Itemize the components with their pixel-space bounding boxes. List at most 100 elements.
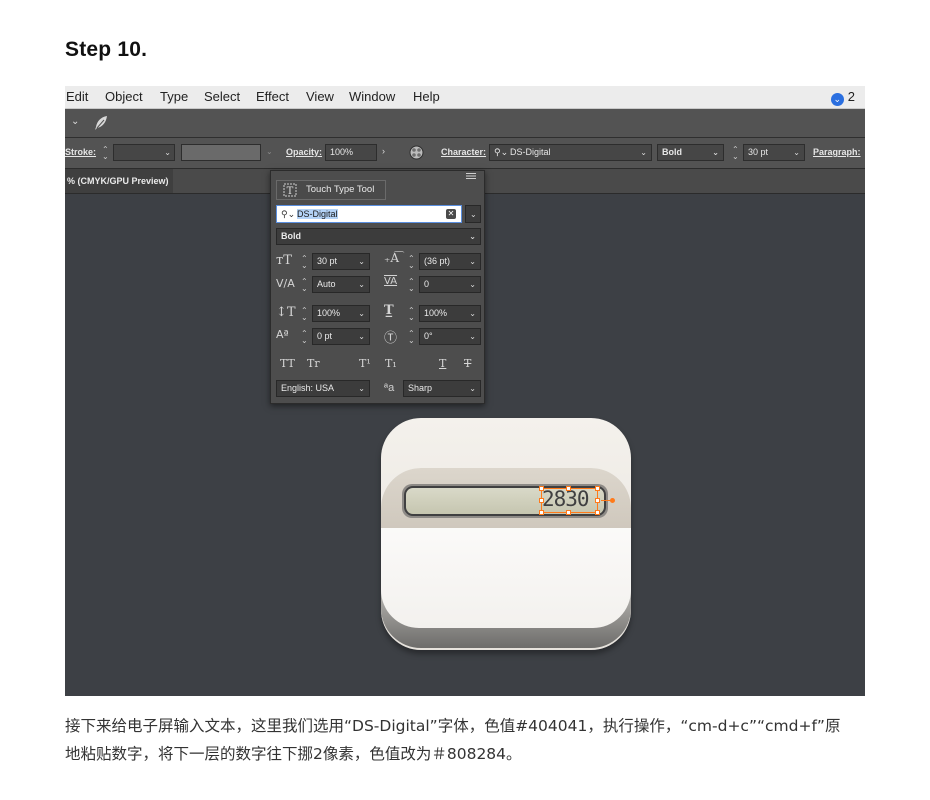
language-select[interactable]: English: USA ⌄ xyxy=(276,380,370,397)
rotation-value: 0° xyxy=(424,331,433,341)
chevron-down-icon: ⌄ xyxy=(358,309,365,318)
underline-button[interactable]: T xyxy=(439,357,446,370)
resize-handle[interactable] xyxy=(595,498,600,503)
chevron-down-icon[interactable]: ⌄ xyxy=(164,145,171,160)
chevron-down-icon: ⌄ xyxy=(470,210,477,219)
chevron-down-icon[interactable]: ⌄ xyxy=(793,145,800,160)
font-family-value: DS-Digital xyxy=(510,147,551,157)
font-dropdown-button[interactable]: ⌄ xyxy=(465,205,481,223)
character-rotation-icon: Ⓣ xyxy=(384,331,398,346)
chevron-down-icon[interactable]: ⌄ xyxy=(712,145,719,160)
chevron-down-icon: ⌄ xyxy=(469,280,476,289)
subscript-button[interactable]: T₁ xyxy=(385,357,397,370)
touch-type-label: Touch Type Tool xyxy=(306,184,375,195)
kerning-icon: V/A xyxy=(276,277,295,290)
menu-type[interactable]: Type xyxy=(160,89,188,104)
horizontal-scale-field[interactable]: 100% ⌄ xyxy=(419,305,481,322)
resize-handle[interactable] xyxy=(539,486,544,491)
baseline-shift-icon: Aª xyxy=(276,328,289,341)
kerning-stepper-icon[interactable]: ⌃ ⌄ xyxy=(301,278,308,293)
stroke-weight-field[interactable]: ⌄ xyxy=(113,144,175,161)
paragraph-label[interactable]: Paragraph: xyxy=(813,147,861,157)
small-caps-button[interactable]: Tr xyxy=(307,357,320,370)
selection-bounding-box[interactable] xyxy=(539,486,615,515)
stroke-stepper-icon[interactable]: ⌃ ⌄ xyxy=(102,146,109,161)
chevron-down-icon[interactable]: ⌄ xyxy=(266,147,273,156)
opacity-field[interactable]: 100% xyxy=(325,144,377,161)
font-style-value: Bold xyxy=(662,147,682,157)
chevron-down-icon: ⌄ xyxy=(469,232,476,241)
chevron-down-icon: ⌄ xyxy=(358,257,365,266)
horizontal-scale-stepper-icon[interactable]: ⌃ ⌄ xyxy=(408,307,415,322)
horizontal-scale-icon: T̲ xyxy=(384,303,394,318)
chevron-down-icon[interactable]: ⌄ xyxy=(71,116,79,127)
all-caps-button[interactable]: TT xyxy=(280,357,295,370)
strikethrough-button[interactable]: T xyxy=(464,357,471,370)
resize-handle[interactable] xyxy=(595,510,600,515)
rotation-stepper-icon[interactable]: ⌃ ⌄ xyxy=(408,330,415,345)
font-search-input[interactable]: ⚲⌄ DS-Digital ✕ xyxy=(276,205,462,223)
resize-handle[interactable] xyxy=(595,486,600,491)
menu-edit[interactable]: Edit xyxy=(66,89,88,104)
character-panel: T Touch Type Tool ⚲⌄ DS-Digital ✕ ⌄ Bold… xyxy=(270,170,485,404)
tracking-field[interactable]: 0 ⌄ xyxy=(419,276,481,293)
search-icon: ⚲⌄ xyxy=(494,147,509,157)
document-tab[interactable]: % (CMYK/GPU Preview) xyxy=(65,169,173,193)
anti-alias-icon: ªa xyxy=(384,382,395,394)
menu-effect[interactable]: Effect xyxy=(256,89,289,104)
vertical-scale-field[interactable]: 100% ⌄ xyxy=(312,305,370,322)
resize-handle[interactable] xyxy=(539,498,544,503)
text-port-icon[interactable] xyxy=(610,498,615,503)
leading-icon: ₊A͡ xyxy=(384,251,399,265)
panel-menu-icon[interactable] xyxy=(465,172,477,180)
font-style-select[interactable]: Bold ⌄ xyxy=(276,228,481,245)
baseline-shift-field[interactable]: 0 pt ⌄ xyxy=(312,328,370,345)
font-style-value: Bold xyxy=(281,231,301,241)
rotation-field[interactable]: 0° ⌄ xyxy=(419,328,481,345)
menu-window[interactable]: Window xyxy=(349,89,395,104)
font-size-stepper-icon[interactable]: ⌃ ⌄ xyxy=(301,255,308,270)
superscript-button[interactable]: T¹ xyxy=(359,357,371,370)
horizontal-scale-value: 100% xyxy=(424,308,448,318)
resize-handle[interactable] xyxy=(566,510,571,515)
leading-field[interactable]: (36 pt) ⌄ xyxy=(419,253,481,270)
menu-help[interactable]: Help xyxy=(413,89,440,104)
resize-handle[interactable] xyxy=(539,510,544,515)
resize-handle[interactable] xyxy=(566,486,571,491)
clear-icon[interactable]: ✕ xyxy=(446,209,456,219)
font-size-value: 30 pt xyxy=(317,256,338,266)
font-size-field[interactable]: 30 pt ⌄ xyxy=(312,253,370,270)
tutorial-caption: 接下来给电子屏输入文本，这里我们选用“DS-Digital”字体，色值#4040… xyxy=(65,717,841,763)
font-size-stepper-icon[interactable]: ⌃ ⌄ xyxy=(732,146,739,161)
character-label[interactable]: Character: xyxy=(441,147,486,157)
recolor-artwork-icon[interactable] xyxy=(409,145,424,160)
font-size-field[interactable]: 30 pt ⌄ xyxy=(743,144,805,161)
anti-alias-select[interactable]: Sharp ⌄ xyxy=(403,380,481,397)
chevron-down-icon[interactable]: ⌄ xyxy=(640,145,647,160)
tracking-stepper-icon[interactable]: ⌃ ⌄ xyxy=(408,278,415,293)
leading-stepper-icon[interactable]: ⌃ ⌄ xyxy=(408,255,415,270)
kerning-field[interactable]: Auto ⌄ xyxy=(312,276,370,293)
chevron-down-icon: ⌄ xyxy=(469,309,476,318)
variable-width-field[interactable] xyxy=(181,144,261,161)
anti-alias-value: Sharp xyxy=(408,383,433,393)
vertical-scale-stepper-icon[interactable]: ⌃ ⌄ xyxy=(301,307,308,322)
font-style-field[interactable]: Bold ⌄ xyxy=(657,144,724,161)
menu-select[interactable]: Select xyxy=(204,89,240,104)
app-toolbar: ⌄ xyxy=(65,109,865,138)
vertical-scale-value: 100% xyxy=(317,308,341,318)
opacity-label[interactable]: Opacity: xyxy=(286,147,322,157)
baseline-shift-stepper-icon[interactable]: ⌃ ⌄ xyxy=(301,330,308,345)
notification-area[interactable]: ⌄ 2 xyxy=(830,89,855,106)
font-family-field[interactable]: ⚲⌄ DS-Digital ⌄ xyxy=(489,144,652,161)
feather-icon[interactable] xyxy=(93,115,109,131)
menu-bar: Edit Object Type Select Effect View Wind… xyxy=(65,86,865,109)
step-title: Step 10. xyxy=(65,38,148,61)
chevron-right-icon[interactable]: › xyxy=(382,146,385,156)
chevron-down-icon: ⌄ xyxy=(358,332,365,341)
illustrator-screenshot: Edit Object Type Select Effect View Wind… xyxy=(65,86,865,696)
touch-type-tool-button[interactable]: T Touch Type Tool xyxy=(276,180,386,200)
language-value: English: USA xyxy=(281,383,335,393)
menu-view[interactable]: View xyxy=(306,89,334,104)
menu-object[interactable]: Object xyxy=(105,89,143,104)
